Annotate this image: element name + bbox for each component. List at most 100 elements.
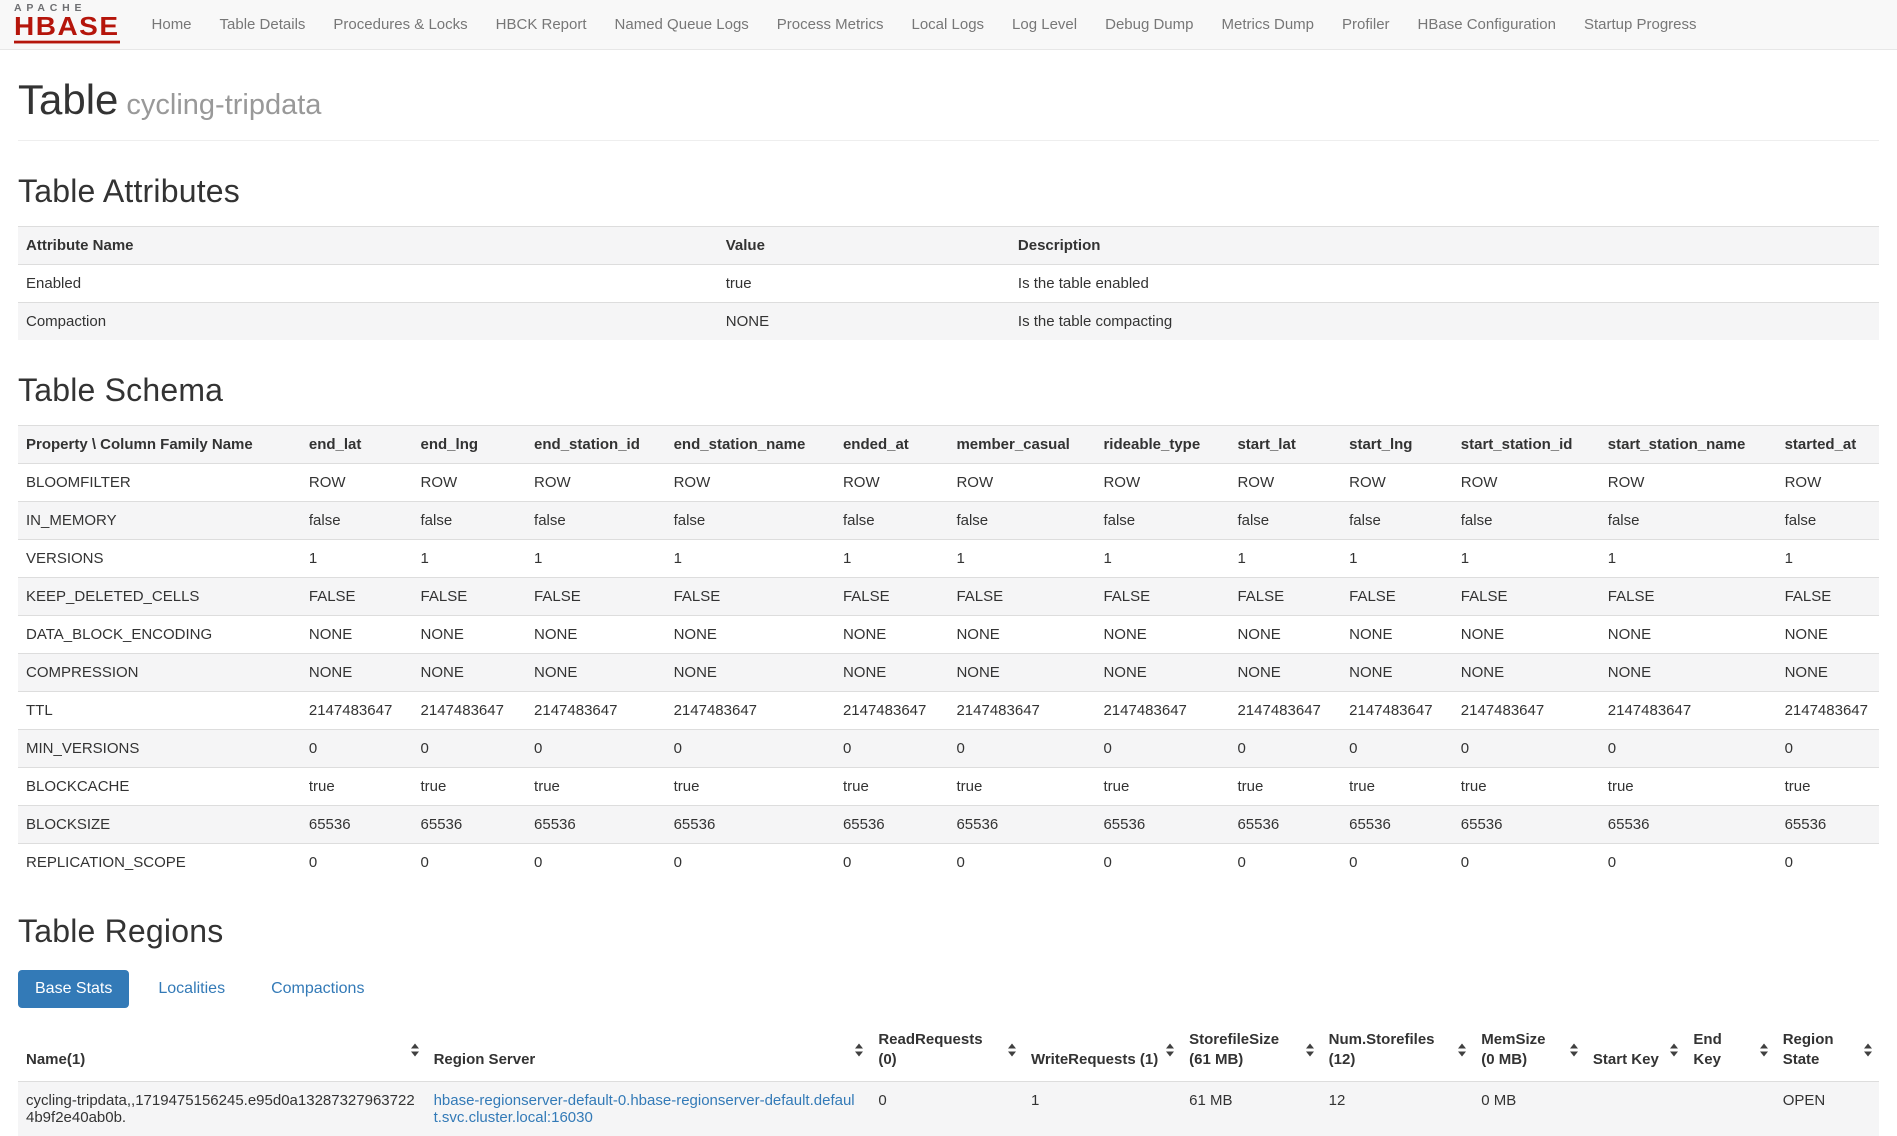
schema-value-start-lng: NONE xyxy=(1341,654,1453,692)
schema-value-start-lat: 2147483647 xyxy=(1229,692,1341,730)
schema-value-start-lng: ROW xyxy=(1341,464,1453,502)
sort-icon[interactable] xyxy=(1008,1044,1016,1057)
nav-item-startup-progress[interactable]: Startup Progress xyxy=(1570,0,1711,49)
schema-value-start-station-id: NONE xyxy=(1453,616,1600,654)
sort-icon[interactable] xyxy=(1458,1044,1466,1057)
schema-value-started-at: 1 xyxy=(1777,540,1879,578)
attribute-name: Compaction xyxy=(18,303,718,341)
schema-col-end-station-id: end_station_id xyxy=(526,426,666,464)
schema-value-member-casual: 0 xyxy=(948,730,1095,768)
schema-value-end-station-id: NONE xyxy=(526,616,666,654)
nav-item-procedures-locks[interactable]: Procedures & Locks xyxy=(319,0,481,49)
schema-value-rideable-type: 2147483647 xyxy=(1095,692,1229,730)
schema-value-ended-at: 0 xyxy=(835,730,949,768)
schema-row-ttl: TTL2147483647214748364721474836472147483… xyxy=(18,692,1879,730)
schema-value-end-lat: 0 xyxy=(301,844,413,882)
hbase-logo[interactable]: APACHE HBASE xyxy=(14,3,128,46)
schema-value-start-station-id: false xyxy=(1453,502,1600,540)
schema-col-end-station-name: end_station_name xyxy=(666,426,835,464)
regions-col-write-requests[interactable]: WriteRequests (1) xyxy=(1023,1020,1181,1081)
regions-tab-localities[interactable]: Localities xyxy=(141,970,242,1008)
nav-item-log-level[interactable]: Log Level xyxy=(998,0,1091,49)
regions-col-mem-size[interactable]: MemSize (0 MB) xyxy=(1473,1020,1585,1081)
top-navbar: APACHE HBASE HomeTable DetailsProcedures… xyxy=(0,0,1897,50)
schema-value-member-casual: 1 xyxy=(948,540,1095,578)
regions-col-region-state[interactable]: Region State xyxy=(1775,1020,1879,1081)
schema-value-started-at: true xyxy=(1777,768,1879,806)
schema-value-member-casual: ROW xyxy=(948,464,1095,502)
sort-down-arrow-icon xyxy=(1306,1052,1314,1057)
schema-value-start-station-name: 0 xyxy=(1600,730,1777,768)
schema-value-start-station-id: true xyxy=(1453,768,1600,806)
schema-value-ended-at: 65536 xyxy=(835,806,949,844)
nav-menu: HomeTable DetailsProcedures & LocksHBCK … xyxy=(128,0,1711,49)
schema-value-rideable-type: 0 xyxy=(1095,844,1229,882)
schema-value-end-lat: 2147483647 xyxy=(301,692,413,730)
regions-tab-compactions[interactable]: Compactions xyxy=(254,970,381,1008)
schema-col-started-at: started_at xyxy=(1777,426,1879,464)
schema-value-end-lng: 0 xyxy=(413,844,527,882)
regions-col-label: ReadRequests (0) xyxy=(878,1031,982,1068)
regions-col-storefile-size[interactable]: StorefileSize (61 MB) xyxy=(1181,1020,1321,1081)
schema-value-rideable-type: NONE xyxy=(1095,654,1229,692)
sort-icon[interactable] xyxy=(411,1044,419,1057)
schema-value-start-station-name: 1 xyxy=(1600,540,1777,578)
sort-up-arrow-icon xyxy=(1306,1044,1314,1049)
nav-item-process-metrics[interactable]: Process Metrics xyxy=(763,0,898,49)
nav-item-profiler[interactable]: Profiler xyxy=(1328,0,1404,49)
schema-value-start-lng: 1 xyxy=(1341,540,1453,578)
schema-value-rideable-type: 0 xyxy=(1095,730,1229,768)
schema-value-start-station-id: 2147483647 xyxy=(1453,692,1600,730)
sort-icon[interactable] xyxy=(855,1044,863,1057)
nav-item-metrics-dump[interactable]: Metrics Dump xyxy=(1208,0,1329,49)
schema-value-end-lat: NONE xyxy=(301,616,413,654)
nav-item-home[interactable]: Home xyxy=(138,0,206,49)
regions-col-num-storefiles[interactable]: Num.Storefiles (12) xyxy=(1321,1020,1474,1081)
regions-col-label: End Key xyxy=(1693,1031,1721,1068)
schema-value-end-lat: true xyxy=(301,768,413,806)
schema-value-rideable-type: true xyxy=(1095,768,1229,806)
schema-value-member-casual: FALSE xyxy=(948,578,1095,616)
schema-value-end-station-id: 65536 xyxy=(526,806,666,844)
sort-up-arrow-icon xyxy=(1166,1044,1174,1049)
sort-icon[interactable] xyxy=(1570,1044,1578,1057)
schema-value-start-station-name: 0 xyxy=(1600,844,1777,882)
sort-icon[interactable] xyxy=(1864,1044,1872,1057)
region-server-link[interactable]: hbase-regionserver-default-0.hbase-regio… xyxy=(434,1092,855,1126)
attribute-value: NONE xyxy=(718,303,1010,341)
schema-value-started-at: 2147483647 xyxy=(1777,692,1879,730)
schema-value-end-station-name: NONE xyxy=(666,616,835,654)
regions-col-region-server[interactable]: Region Server xyxy=(426,1020,871,1081)
nav-item-hbase-configuration[interactable]: HBase Configuration xyxy=(1404,0,1570,49)
schema-value-end-lat: 1 xyxy=(301,540,413,578)
schema-value-end-station-name: 0 xyxy=(666,730,835,768)
schema-value-end-lng: FALSE xyxy=(413,578,527,616)
regions-col-label: StorefileSize (61 MB) xyxy=(1189,1031,1279,1068)
sort-down-arrow-icon xyxy=(1670,1052,1678,1057)
sort-icon[interactable] xyxy=(1166,1044,1174,1057)
schema-value-start-lng: 0 xyxy=(1341,730,1453,768)
regions-tab-base-stats[interactable]: Base Stats xyxy=(18,970,129,1008)
nav-item-hbck-report[interactable]: HBCK Report xyxy=(482,0,601,49)
nav-item-debug-dump[interactable]: Debug Dump xyxy=(1091,0,1207,49)
schema-value-end-station-name: 0 xyxy=(666,844,835,882)
regions-col-read-requests[interactable]: ReadRequests (0) xyxy=(870,1020,1023,1081)
table-regions-table: Name(1)Region ServerReadRequests (0) Writ… xyxy=(18,1020,1879,1136)
schema-value-end-station-id: ROW xyxy=(526,464,666,502)
region-row: cycling-tripdata,,1719475156245.e95d0a13… xyxy=(18,1081,1879,1136)
nav-item-named-queue-logs[interactable]: Named Queue Logs xyxy=(601,0,763,49)
schema-value-member-casual: NONE xyxy=(948,616,1095,654)
sort-icon[interactable] xyxy=(1760,1044,1768,1057)
nav-item-table-details[interactable]: Table Details xyxy=(206,0,320,49)
schema-property-name: VERSIONS xyxy=(18,540,301,578)
regions-col-start-key[interactable]: Start Key xyxy=(1585,1020,1685,1081)
schema-value-ended-at: true xyxy=(835,768,949,806)
attributes-col-value: Value xyxy=(718,227,1010,265)
region-name: cycling-tripdata,,1719475156245.e95d0a13… xyxy=(18,1081,426,1136)
sort-icon[interactable] xyxy=(1306,1044,1314,1057)
regions-col-name[interactable]: Name(1) xyxy=(18,1020,426,1081)
nav-item-local-logs[interactable]: Local Logs xyxy=(897,0,998,49)
schema-value-ended-at: FALSE xyxy=(835,578,949,616)
regions-col-end-key[interactable]: End Key xyxy=(1685,1020,1774,1081)
sort-icon[interactable] xyxy=(1670,1044,1678,1057)
